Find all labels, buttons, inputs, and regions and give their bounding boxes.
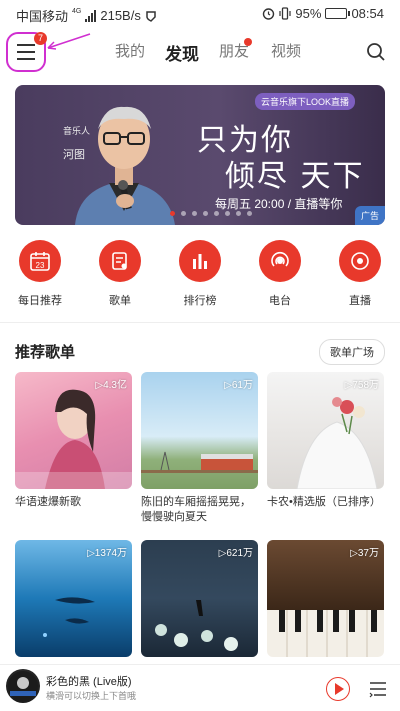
banner-headline-2: 倾尽 天下 [225,159,365,194]
album-art-glyph [8,671,38,701]
playlist-cover: ▷61万 [141,372,258,489]
hamburger-icon [17,44,35,46]
playlist-cover: ▷1374万 [15,540,132,657]
battery-percent: 95% [295,6,322,21]
play-button[interactable] [326,677,350,701]
carousel-dot [181,211,186,216]
calendar-glyph: 23 [30,252,50,271]
tab-friends-label: 朋友 [218,43,249,60]
radio-icon [259,240,301,282]
playlist-title: 华语速爆新歌 [15,496,81,508]
carousel-dot [225,211,230,216]
category-label: 歌单 [109,295,131,307]
shield-icon [146,10,156,22]
carousel-dot [214,211,219,216]
host-caption: 音乐人 河图 [63,125,93,161]
category-row: 23 每日推荐 歌单 排行榜 电台 直播 [0,240,400,308]
playlist-cover: ▷621万 [141,540,258,657]
category-daily[interactable]: 23 每日推荐 [0,240,80,308]
host-name: 河图 [63,149,85,161]
play-count: ▷1374万 [87,548,127,559]
divider [0,322,400,323]
playlist-cover: ▷4.3亿 [15,372,132,489]
playlist-glyph [112,252,127,270]
hamburger-line [17,51,35,53]
play-count: ▷4.3亿 [95,380,127,391]
tab-friends[interactable]: 朋友 [208,38,260,65]
calendar-icon: 23 [19,240,61,282]
network-type: 4G [72,8,82,15]
promo-banner[interactable]: 云音乐旗下LOOK直播 音乐人 河图 只为你 倾尽 天下 每周五 20:00 /… [15,85,385,225]
chart-glyph [193,254,207,269]
carousel-indicator [170,211,252,216]
playlist-card[interactable]: ▷758万 卡农•精选版（已排序） [267,372,384,540]
carousel-dot [170,211,175,216]
notification-dot [244,38,252,46]
playlist-icon [99,240,141,282]
category-label: 排行榜 [183,295,217,307]
playlist-cover: ▷758万 [267,372,384,489]
calendar-day: 23 [36,261,45,270]
carousel-dot [203,211,208,216]
playlist-grid: ▷4.3亿 华语速爆新歌 ▷61万 陈旧的车厢摇摇晃晃，慢慢驶向夏天 ▷758万… [15,372,385,708]
battery-icon [325,8,351,19]
signal-icon [85,9,97,22]
tab-mine[interactable]: 我的 [104,40,156,65]
live-glyph [351,252,369,270]
play-count: ▷621万 [218,548,253,559]
carousel-dot [236,211,241,216]
category-label: 每日推荐 [18,295,62,307]
play-count: ▷37万 [350,548,379,559]
playlist-cover: ▷37万 [267,540,384,657]
play-count: ▷61万 [224,380,253,391]
live-icon [339,240,381,282]
vibrate-icon [279,7,292,20]
alarm-icon [263,8,275,20]
category-label: 电台 [269,295,291,307]
play-count: ▷758万 [344,380,379,391]
playlist-square-button[interactable]: 歌单广场 [319,339,385,365]
annotation-arrow-icon [47,33,91,50]
hamburger-line [17,58,35,60]
mini-player[interactable]: 彩色的黑 (Live版) 横滑可以切换上下首哦 [0,664,400,711]
top-nav: 7 我的 发现 朋友 视频 [0,28,400,76]
category-live[interactable]: 直播 [320,240,400,308]
now-playing-title: 彩色的黑 (Live版) [46,676,132,688]
tab-bar: 我的 发现 朋友 视频 [104,38,312,65]
category-playlist[interactable]: 歌单 [80,240,160,308]
live-tag: 云音乐旗下LOOK直播 [254,93,355,110]
carrier-label: 中国移动 [16,9,69,24]
tab-discover[interactable]: 发现 [156,40,208,65]
host-role: 音乐人 [63,126,91,136]
section-title: 推荐歌单 [15,344,76,361]
playlist-title: 卡农•精选版（已排序） [267,496,381,508]
carousel-dot [247,211,252,216]
clock: 08:54 [351,6,384,21]
category-label: 直播 [349,295,371,307]
playlist-title: 陈旧的车厢摇摇晃晃，慢慢驶向夏天 [141,496,251,523]
playlist-queue-icon[interactable] [368,679,388,699]
tab-video[interactable]: 视频 [260,40,312,65]
network-speed: 215B/s [100,8,141,23]
chart-icon [179,240,221,282]
radio-glyph [271,251,289,267]
banner-schedule: 每周五 20:00 / 直播等你 [215,197,343,211]
category-radio[interactable]: 电台 [240,240,320,308]
ad-label: 广告 [354,206,385,225]
status-bar: 中国移动 4G 215B/s 95% 08:54 [0,0,400,28]
playlist-card[interactable]: ▷4.3亿 华语速爆新歌 [15,372,132,540]
album-art [6,669,40,703]
search-icon[interactable] [366,42,386,62]
playlist-card[interactable]: ▷61万 陈旧的车厢摇摇晃晃，慢慢驶向夏天 [141,372,258,540]
category-charts[interactable]: 排行榜 [160,240,240,308]
now-playing-hint: 横滑可以切换上下首哦 [46,691,137,701]
carousel-dot [192,211,197,216]
